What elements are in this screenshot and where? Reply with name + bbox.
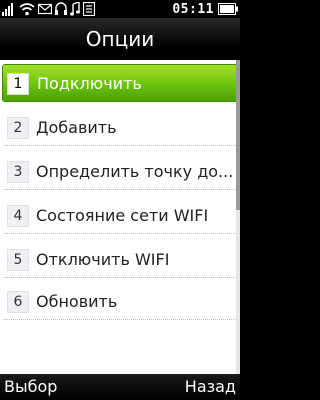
menu-item-label: Состояние сети WIFI (36, 206, 209, 225)
music-note-icon (70, 2, 80, 16)
menu-item-number: 5 (7, 249, 29, 271)
menu-item-add[interactable]: 2 Добавить (4, 110, 238, 146)
clock: 05:11 (172, 1, 214, 17)
mail-icon (38, 3, 52, 15)
menu-item-label: Определить точку до... (36, 162, 234, 181)
page-title: Опции (0, 18, 240, 60)
signal-icon (2, 3, 13, 16)
headset-icon (55, 2, 67, 15)
menu-item-label: Обновить (36, 292, 118, 311)
options-list: 1 Подключить 2 Добавить 3 Определить точ… (0, 60, 240, 374)
scrollbar-thumb[interactable] (236, 60, 240, 210)
menu-item-wifi-status[interactable]: 4 Состояние сети WIFI (4, 198, 238, 234)
menu-item-refresh[interactable]: 6 Обновить (4, 284, 238, 320)
menu-item-number: 3 (7, 161, 29, 183)
menu-item-number: 1 (7, 73, 29, 95)
battery-icon (218, 3, 238, 15)
status-icons (2, 1, 95, 17)
status-right: 05:11 (172, 0, 238, 18)
back-softkey[interactable]: Назад (185, 374, 236, 400)
menu-item-connect[interactable]: 1 Подключить (2, 64, 238, 102)
wifi-icon (19, 3, 35, 16)
menu-item-disconnect-wifi[interactable]: 5 Отключить WIFI (4, 242, 238, 278)
softkey-bar: Выбор Назад (0, 374, 240, 400)
scrollbar[interactable] (236, 60, 240, 374)
menu-item-label: Отключить WIFI (36, 250, 170, 269)
menu-item-number: 2 (7, 117, 29, 139)
select-softkey[interactable]: Выбор (4, 374, 57, 400)
menu-item-locate-access-point[interactable]: 3 Определить точку до... (4, 154, 238, 190)
menu-item-label: Добавить (36, 118, 117, 137)
phone-screen: 05:11 Опции 1 Подключить 2 Добавить 3 Оп… (0, 0, 240, 400)
menu-item-label: Подключить (37, 74, 142, 93)
status-bar: 05:11 (0, 0, 240, 18)
menu-item-number: 4 (7, 205, 29, 227)
message-icon (83, 2, 95, 16)
menu-item-number: 6 (7, 291, 29, 313)
